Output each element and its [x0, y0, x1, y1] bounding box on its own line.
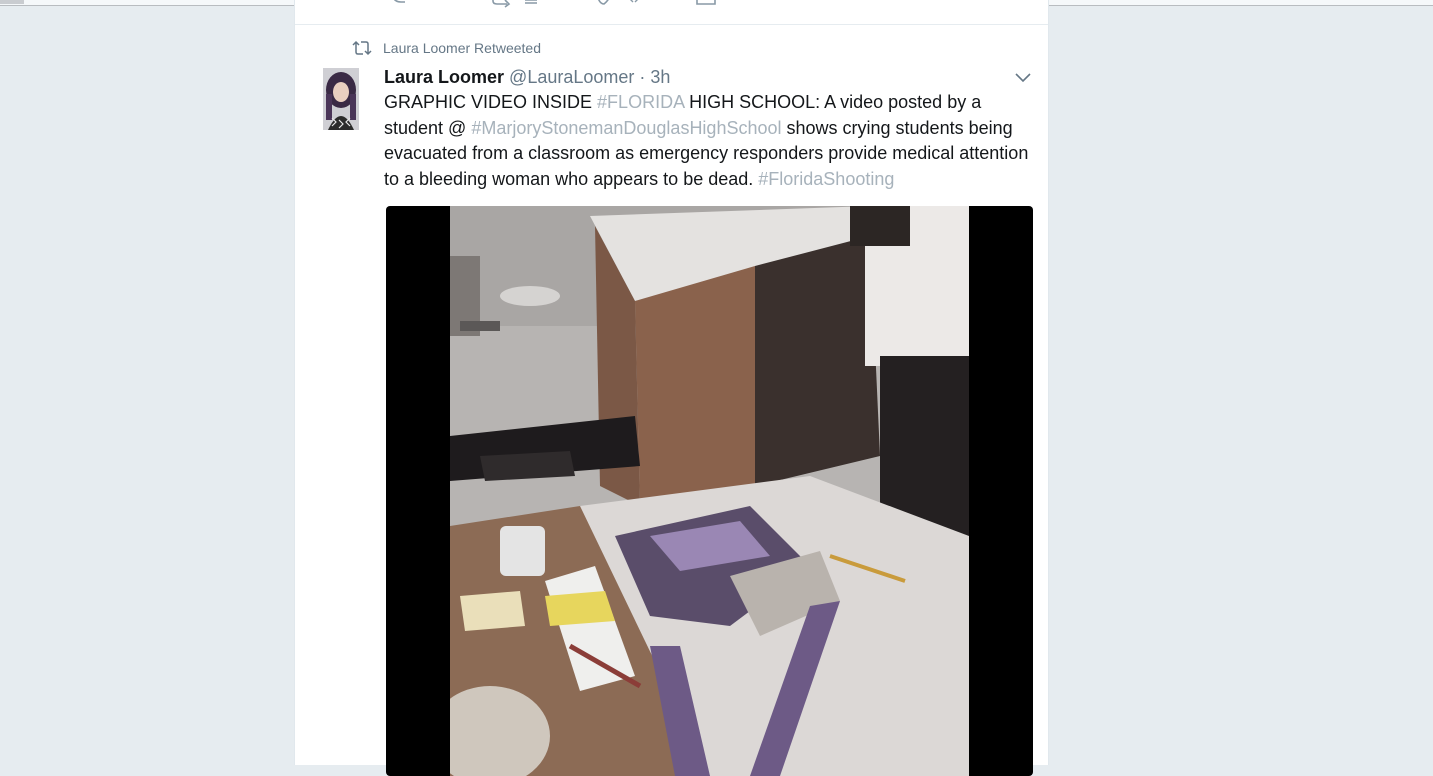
- header-separator: ·: [639, 67, 646, 87]
- tweet-text: GRAPHIC VIDEO INSIDE #FLORIDA HIGH SCHOO…: [384, 90, 1044, 192]
- message-icon[interactable]: [695, 0, 717, 8]
- retweet-icon: [352, 40, 372, 56]
- video-frame: [450, 206, 969, 776]
- retweet-icon[interactable]: [491, 0, 541, 8]
- tweet-header: Laura Loomer @LauraLoomer · 3h: [384, 66, 670, 88]
- author-name[interactable]: Laura Loomer: [384, 67, 504, 87]
- tweet-text-segment: GRAPHIC VIDEO INSIDE: [384, 92, 598, 112]
- heart-icon[interactable]: [595, 0, 645, 8]
- timeline-column: Laura Loomer Retweeted Laura Loomer @Lau…: [294, 0, 1049, 776]
- retweet-context: Laura Loomer Retweeted: [352, 38, 541, 58]
- author-handle[interactable]: @LauraLoomer: [509, 67, 634, 87]
- reply-icon[interactable]: [391, 0, 411, 8]
- previous-tweet-actions: [295, 0, 1048, 25]
- tab-indicator: [0, 0, 24, 4]
- tweet-timestamp[interactable]: 3h: [650, 67, 670, 87]
- hashtag-link[interactable]: #FloridaShooting: [758, 169, 894, 189]
- chevron-down-icon[interactable]: [1013, 68, 1033, 88]
- hashtag-link[interactable]: #MarjoryStonemanDouglasHighSchool: [471, 118, 781, 138]
- hashtag-link[interactable]: #FLORIDA: [597, 92, 684, 112]
- avatar[interactable]: [323, 68, 359, 130]
- retweet-label[interactable]: Laura Loomer Retweeted: [383, 40, 541, 56]
- video-player[interactable]: [386, 206, 1033, 776]
